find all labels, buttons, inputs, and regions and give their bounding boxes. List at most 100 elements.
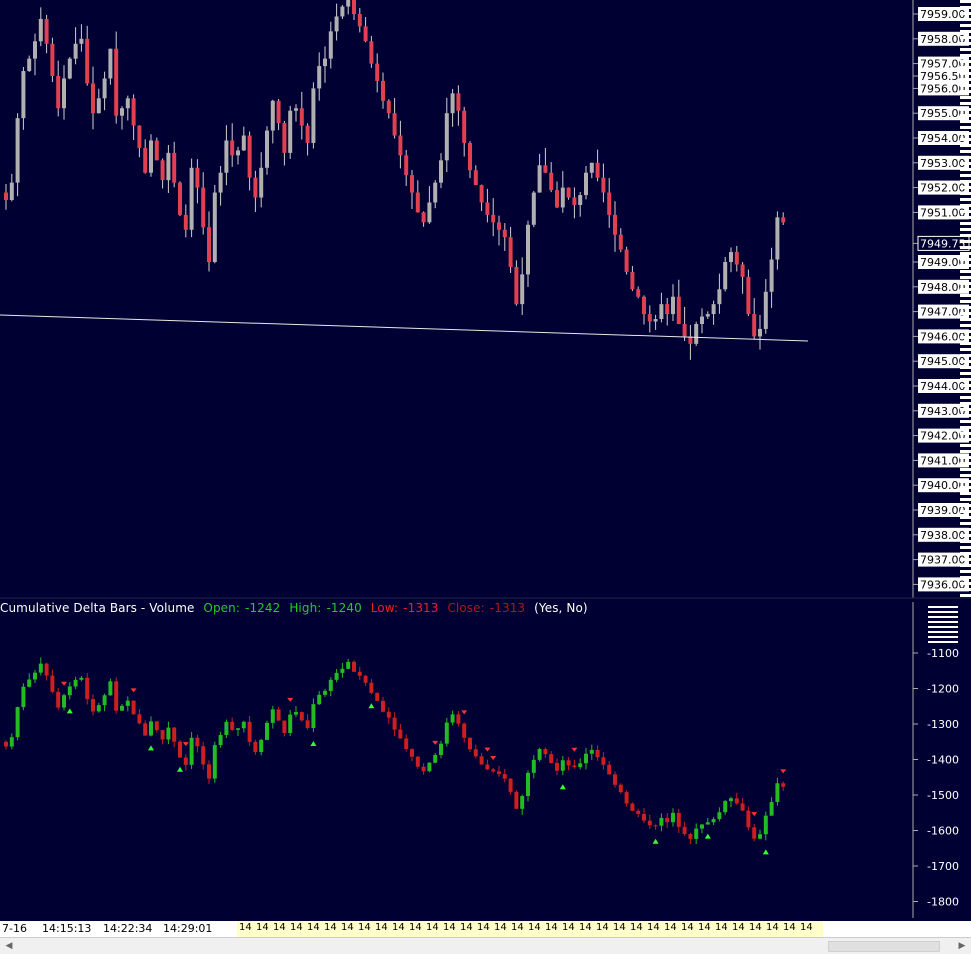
delta-candle [700,824,704,829]
delta-candle [201,746,206,765]
horizontal-scrollbar[interactable]: ◀ ▶ [0,937,971,954]
price-candle [201,187,206,228]
scroll-left-icon[interactable]: ◀ [1,939,17,953]
axis-hatch [960,474,971,477]
price-candle [740,264,745,277]
trend-line [0,314,809,342]
axis-hatch [960,504,971,507]
price-candle [15,118,20,183]
delta-label: -1300 [927,718,959,731]
price-candle [450,93,455,114]
price-candle [723,262,728,290]
delta-candle [241,721,246,729]
delta-candle [560,760,565,771]
price-candle [189,167,194,230]
price-candle [114,48,119,116]
delta-candle [259,739,264,753]
delta-candle [357,671,362,676]
price-candle [734,252,739,265]
chart-canvas[interactable]: 7959.00 7958.00 7957.007956.507956.00 7955.… [0,0,971,953]
price-candle [212,192,217,262]
price-candle [207,227,211,262]
chart-window[interactable]: 7959.00 7958.00 7957.00 7956.50 7956.00 7955.… [0,0,971,954]
price-candle [160,160,165,181]
delta-candle [456,714,461,724]
price-candle [102,78,107,99]
time-label-overlap-glyph: 14 [528,922,541,933]
sell-marker-icon [182,742,189,747]
axis-hatch [960,330,971,333]
axis-hatch [960,342,971,345]
delta-candle [253,741,258,753]
price-candle [595,162,600,178]
buy-marker-icon [368,703,375,709]
delta-candle [276,709,281,721]
delta-axis: -1100 -1200 -1300 -1400 -1500 -1600 -1700 -1800 [913,606,959,909]
price-candle [618,234,623,250]
time-label-overlap-glyph: 14 [545,922,558,933]
delta-candle [607,764,612,775]
axis-hatch [960,234,971,237]
axis-hatch [960,582,971,585]
axis-hatch [960,216,971,219]
price-candle [665,304,670,315]
delta-candle [299,712,304,721]
delta-candle [294,712,298,715]
sell-marker-icon [780,769,787,774]
axis-hatch [928,621,958,623]
axis-hatch [960,468,971,471]
delta-candle [38,663,43,673]
time-axis[interactable]: 7-16 14:15:13 14:22:34 14:29:01 14 14 14 14… [0,921,971,937]
price-candle [636,289,641,297]
delta-candle [740,803,745,811]
scrollbar-thumb[interactable] [828,941,940,952]
delta-candle [282,720,287,733]
axis-hatch [960,456,971,459]
axis-hatch [960,114,971,117]
delta-candle [189,737,194,765]
price-label: 7958.00 [920,33,966,46]
price-candle [241,135,246,151]
time-label-overlap-glyph: 14 [341,922,354,933]
axis-hatch [928,626,958,628]
delta-candle [421,766,426,772]
price-candle [647,314,652,322]
axis-hatch [960,0,971,3]
delta-candles [4,657,786,845]
time-label-overlap-glyph: 14 [358,922,371,933]
price-candle [607,192,612,215]
delta-candle [746,810,751,828]
price-label: 7959.00 [920,8,966,21]
delta-candle [578,763,583,768]
price-candle [91,83,95,114]
time-label-overlap-glyph: 14 [477,922,490,933]
axis-hatch [960,108,971,111]
time-label-overlap-glyph: 14 [375,922,388,933]
delta-candle [33,672,37,680]
price-candle [746,276,751,315]
delta-candle [62,695,66,708]
delta-candle [149,721,153,736]
delta-candle [340,668,345,673]
open-label: Open: [203,601,241,615]
delta-label: -1100 [927,647,959,660]
axis-hatch [960,150,971,153]
time-label-overlap-glyph: 14 [460,922,473,933]
delta-label: -1400 [927,754,959,767]
axis-hatch [960,258,971,261]
axis-hatch [960,354,971,357]
price-candle [415,192,420,213]
delta-candle [21,686,26,708]
time-label-overlap-glyph: 14 [681,922,694,933]
delta-candle [589,749,594,754]
axis-hatch [960,252,971,255]
delta-candle [549,754,554,763]
delta-candle [723,801,728,813]
delta-candle [537,749,542,760]
axis-hatch [960,12,971,15]
price-candle [468,142,472,171]
axis-hatch [960,180,971,183]
price-candle [369,41,374,64]
delta-candle [230,721,235,730]
scroll-right-icon[interactable]: ▶ [954,939,970,953]
